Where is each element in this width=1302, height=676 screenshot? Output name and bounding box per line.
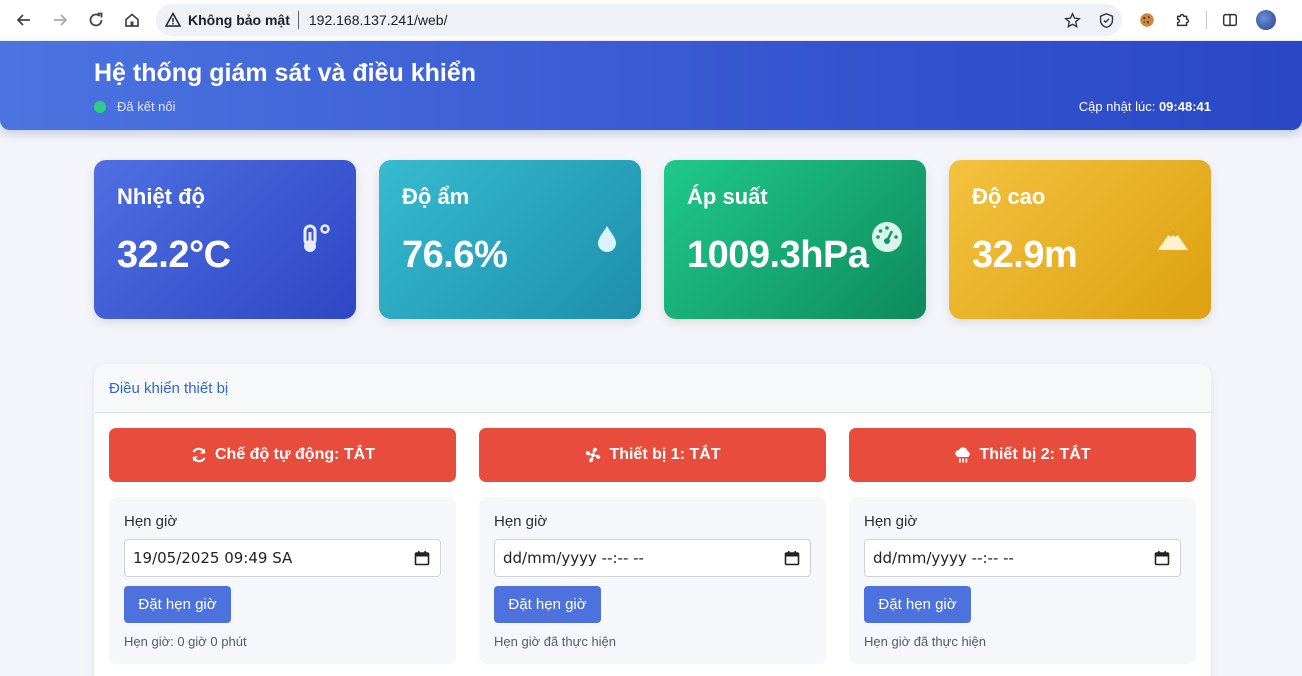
device-control-panel: Điều khiển thiết bị Chế độ tự động: TẮT … [94, 364, 1211, 676]
temperature-value: 32.2°C [117, 234, 231, 276]
omnibox-divider [297, 11, 299, 29]
last-updated-time: 09:48:41 [1158, 99, 1211, 114]
browser-toolbar: Không bảo mật 192.168.137.241/web/ [0, 0, 1302, 40]
home-icon[interactable] [114, 2, 150, 38]
schedule-device-1: Hẹn giờ dd/mm/yyyy --:-- -- Đặt hẹn giờ … [479, 497, 826, 664]
sidepanel-icon[interactable] [1217, 7, 1243, 33]
set-schedule-button[interactable]: Đặt hẹn giờ [124, 586, 231, 623]
altitude-value: 32.9m [972, 234, 1078, 276]
humidity-value: 76.6% [402, 234, 508, 276]
mountain-icon [1156, 222, 1190, 256]
temperature-card: Nhiệt độ 32.2°C [94, 160, 356, 319]
schedule-status: Hẹn giờ đã thực hiện [864, 634, 987, 649]
last-updated: Cập nhật lúc: 09:48:41 [1079, 99, 1211, 114]
pressure-card: Áp suất 1009.3hPa [664, 160, 926, 319]
cloud-rain-icon [955, 447, 971, 463]
panel-title: Điều khiển thiết bị [109, 379, 229, 397]
gauge-icon [870, 220, 904, 254]
warning-icon[interactable] [164, 11, 182, 29]
schedule-device-2: Hẹn giờ dd/mm/yyyy --:-- -- Đặt hẹn giờ … [849, 497, 1196, 664]
security-label[interactable]: Không bảo mật [188, 12, 290, 28]
pressure-value: 1009.3hPa [687, 234, 869, 276]
puzzle-icon[interactable] [1170, 7, 1196, 33]
shield-icon[interactable] [1096, 10, 1116, 30]
schedule-status: Hẹn giờ đã thực hiện [494, 634, 617, 649]
temperature-label: Nhiệt độ [117, 184, 205, 209]
droplet-icon [590, 222, 624, 256]
schedule-label: Hẹn giờ [864, 513, 918, 530]
thermometer-icon [300, 222, 334, 256]
schedule-input-value: dd/mm/yyyy --:-- -- [503, 549, 644, 567]
toolbar-divider [1206, 11, 1207, 29]
address-bar[interactable]: Không bảo mật 192.168.137.241/web/ [156, 4, 1122, 36]
device-2-label: Thiết bị 2: TẮT [979, 446, 1091, 463]
panel-header: Điều khiển thiết bị [94, 364, 1211, 413]
schedule-input-value: dd/mm/yyyy --:-- -- [873, 549, 1014, 567]
schedule-datetime-input[interactable]: dd/mm/yyyy --:-- -- [494, 539, 811, 577]
forward-icon[interactable] [42, 2, 78, 38]
avatar-button[interactable] [1253, 7, 1279, 33]
humidity-card: Độ ẩm 76.6% [379, 160, 641, 319]
back-icon[interactable] [6, 2, 42, 38]
page-title: Hệ thống giám sát và điều khiển [94, 59, 477, 87]
connection-status: Đã kết nối [94, 99, 176, 114]
device-1-button[interactable]: Thiết bị 1: TẮT [479, 428, 826, 482]
altitude-label: Độ cao [972, 184, 1046, 209]
schedule-input-value: 19/05/2025 09:49 SA [133, 549, 293, 567]
status-dot [94, 100, 106, 113]
calendar-icon[interactable] [784, 550, 800, 566]
schedule-status: Hẹn giờ: 0 giờ 0 phút [124, 634, 247, 649]
schedule-datetime-input[interactable]: 19/05/2025 09:49 SA [124, 539, 441, 577]
set-schedule-button[interactable]: Đặt hẹn giờ [864, 586, 971, 623]
cookie-icon[interactable] [1134, 7, 1160, 33]
device-1-label: Thiết bị 1: TẮT [609, 446, 721, 463]
auto-mode-button[interactable]: Chế độ tự động: TẮT [109, 428, 456, 482]
connection-status-text: Đã kết nối [117, 99, 176, 114]
calendar-icon[interactable] [1154, 550, 1170, 566]
sync-icon [192, 447, 206, 463]
set-schedule-button[interactable]: Đặt hẹn giờ [494, 586, 601, 623]
schedule-auto: Hẹn giờ 19/05/2025 09:49 SA Đặt hẹn giờ … [109, 497, 456, 664]
fan-icon [586, 447, 601, 463]
avatar[interactable] [1256, 10, 1276, 30]
humidity-label: Độ ẩm [402, 184, 470, 209]
schedule-datetime-input[interactable]: dd/mm/yyyy --:-- -- [864, 539, 1181, 577]
app-header: Hệ thống giám sát và điều khiển Đã kết n… [0, 41, 1302, 130]
calendar-icon[interactable] [414, 550, 430, 566]
last-updated-label: Cập nhật lúc: [1078, 99, 1156, 114]
schedule-label: Hẹn giờ [494, 513, 548, 530]
device-2-button[interactable]: Thiết bị 2: TẮT [849, 428, 1196, 482]
url-text[interactable]: 192.168.137.241/web/ [309, 12, 448, 28]
pressure-label: Áp suất [687, 184, 768, 209]
auto-mode-label: Chế độ tự động: TẮT [215, 446, 375, 463]
reload-icon[interactable] [78, 2, 114, 38]
schedule-label: Hẹn giờ [124, 513, 178, 530]
star-icon[interactable] [1062, 10, 1082, 30]
altitude-card: Độ cao 32.9m [949, 160, 1211, 319]
